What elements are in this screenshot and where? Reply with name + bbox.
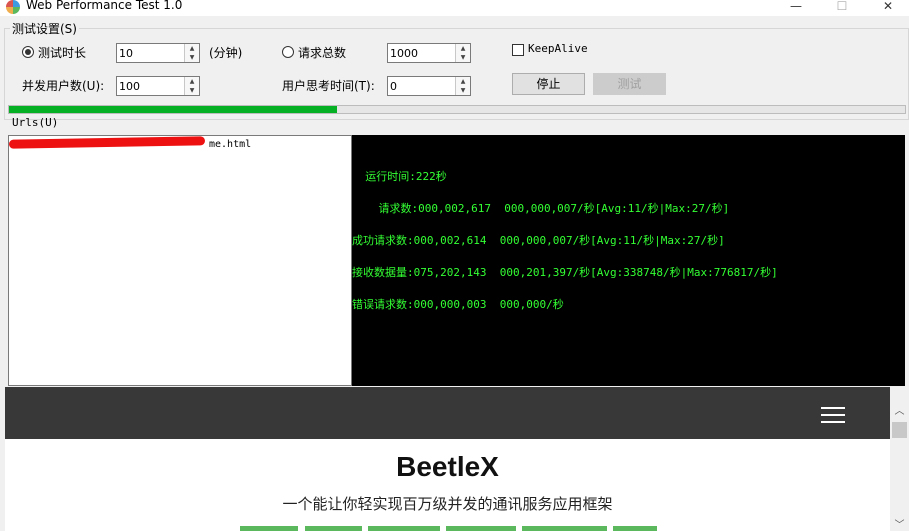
urls-textarea[interactable]: me.html (8, 135, 352, 386)
urls-label: Urls(U) (12, 116, 59, 129)
total-requests-radio[interactable] (282, 46, 294, 58)
total-requests-label: 请求总数 (298, 46, 347, 60)
think-time-spin-arrows[interactable]: ▲ ▼ (455, 77, 470, 95)
preview-nav-button[interactable] (305, 526, 362, 531)
progress-bar (8, 105, 906, 114)
preview-tagline: 一个能让你轻实现百万级并发的通讯服务应用框架 (282, 495, 613, 513)
preview-nav-button[interactable] (446, 526, 516, 531)
app-icon (6, 0, 20, 14)
settings-group-label: 测试设置(S) (10, 20, 79, 37)
concurrent-users-spin-arrows[interactable]: ▲ ▼ (184, 77, 199, 95)
preview-nav-button[interactable] (522, 526, 607, 531)
minimize-button[interactable]: — (773, 0, 819, 16)
preview-scrollbar[interactable]: ︿ ﹀ (890, 400, 909, 531)
web-preview: BeetleX 一个能让你轻实现百万级并发的通讯服务应用框架 (5, 387, 890, 531)
url-entry: me.html (209, 139, 252, 150)
preview-nav-button[interactable] (368, 526, 440, 531)
keepalive-label: KeepAlive (528, 42, 588, 55)
stat-errors: 错误请求数:000,000,003 000,000/秒 (352, 298, 564, 311)
concurrent-users-input[interactable] (119, 79, 181, 93)
progress-fill (9, 106, 337, 113)
think-time-stepper[interactable]: ▲▼ (387, 76, 471, 96)
test-button[interactable]: 测试 (593, 73, 666, 95)
stat-received: 接收数据量:075,202,143 000,201,397/秒[Avg:3387… (352, 266, 778, 279)
preview-brand-title: BeetleX (396, 451, 499, 482)
test-duration-input[interactable] (119, 46, 181, 60)
redaction-mark (8, 136, 206, 149)
duration-unit-label: (分钟) (209, 46, 243, 60)
keepalive-checkbox[interactable] (512, 44, 524, 56)
think-time-label: 用户思考时间(T): (282, 79, 375, 93)
maximize-button[interactable]: ☐ (819, 0, 865, 16)
test-duration-radio[interactable] (22, 46, 34, 58)
preview-nav-button[interactable] (613, 526, 657, 531)
stat-success: 成功请求数:000,002,614 000,000,007/秒[Avg:11/秒… (352, 234, 725, 247)
scroll-thumb[interactable] (892, 422, 907, 438)
hamburger-menu-icon[interactable] (821, 407, 845, 423)
title-bar: Web Performance Test 1.0 — ☐ ✕ (0, 0, 909, 16)
concurrent-users-stepper[interactable]: ▲▼ (116, 76, 200, 96)
stat-runtime: 运行时间:222秒 (352, 170, 447, 183)
preview-navbar (5, 387, 890, 439)
stat-requests: 请求数:000,002,617 000,000,007/秒[Avg:11/秒|M… (352, 202, 730, 215)
test-duration-spin-arrows[interactable]: ▲ ▼ (184, 44, 199, 62)
window-title: Web Performance Test 1.0 (26, 0, 183, 12)
total-requests-stepper[interactable]: ▲▼ (387, 43, 471, 63)
think-time-input[interactable] (390, 79, 452, 93)
total-requests-input[interactable] (390, 46, 452, 60)
preview-nav-button[interactable] (240, 526, 298, 531)
test-duration-stepper[interactable]: ▲▼ (116, 43, 200, 63)
total-requests-spin-arrows[interactable]: ▲ ▼ (455, 44, 470, 62)
stop-button[interactable]: 停止 (512, 73, 585, 95)
test-duration-label: 测试时长 (38, 46, 87, 60)
close-button[interactable]: ✕ (865, 0, 909, 16)
stats-panel: 运行时间:222秒 请求数:000,002,617 000,000,007/秒[… (352, 135, 905, 386)
concurrent-users-label: 并发用户数(U): (22, 79, 105, 93)
scroll-up-icon[interactable]: ︿ (890, 402, 909, 417)
scroll-down-icon[interactable]: ﹀ (890, 516, 909, 531)
